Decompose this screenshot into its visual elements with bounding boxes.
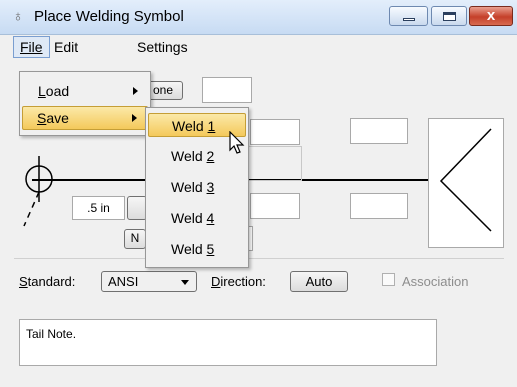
- menu-file[interactable]: File: [13, 36, 50, 58]
- maximize-button[interactable]: [431, 6, 467, 26]
- submenu-arrow-icon: [133, 87, 138, 95]
- top-right-field[interactable]: [202, 77, 252, 103]
- tail-note-text: Tail Note.: [26, 327, 77, 341]
- standard-label: Standard:: [19, 274, 76, 289]
- upper-right-field[interactable]: [350, 118, 408, 144]
- lower-field[interactable]: 2: [239, 193, 300, 219]
- place-welding-symbol-window: ♁ Place Welding Symbol x File Edit Setti…: [0, 0, 517, 387]
- save-submenu-item-label: Weld 3: [171, 179, 215, 195]
- menu-edit[interactable]: Edit: [48, 37, 84, 57]
- direction-button[interactable]: Auto: [290, 271, 348, 292]
- standard-select[interactable]: ANSI: [101, 271, 197, 292]
- file-menu-dropdown: Load Save: [19, 71, 151, 136]
- save-submenu-item-label: Weld 4: [171, 210, 215, 226]
- association-label: Association: [402, 274, 469, 289]
- app-icon: ♁: [12, 8, 24, 25]
- title-bar[interactable]: ♁ Place Welding Symbol x: [0, 0, 517, 35]
- menu-item-save-label: Save: [37, 110, 69, 126]
- maximize-icon: [443, 12, 456, 21]
- menu-item-load[interactable]: Load: [22, 79, 148, 103]
- save-submenu-item[interactable]: Weld 3: [148, 175, 246, 199]
- submenu-arrow-icon: [132, 114, 137, 122]
- direction-label: Direction:: [211, 274, 266, 289]
- upper-field[interactable]: [250, 119, 300, 145]
- minimize-button[interactable]: [389, 6, 428, 26]
- save-submenu-item-label: Weld 5: [171, 241, 215, 257]
- all-around-symbol[interactable]: [18, 148, 78, 238]
- save-submenu-item[interactable]: Weld 4: [148, 206, 246, 230]
- mouse-pointer-icon: [229, 131, 245, 154]
- menu-settings[interactable]: Settings: [131, 37, 194, 57]
- divider: [14, 258, 504, 259]
- partial-n-button-label: N: [130, 231, 140, 245]
- chevron-down-icon: [181, 280, 189, 285]
- menu-bar: File Edit Settings: [0, 35, 517, 59]
- standard-select-value: ANSI: [108, 274, 139, 289]
- size-field-value: .5 in: [87, 201, 110, 215]
- size-side-button[interactable]: [127, 196, 147, 220]
- minimize-icon: [403, 18, 415, 21]
- save-submenu-item-label: Weld 2: [171, 148, 215, 164]
- menu-settings-label: Settings: [137, 39, 188, 55]
- close-icon: x: [486, 7, 496, 24]
- direction-button-label: Auto: [305, 274, 333, 289]
- window-title: Place Welding Symbol: [34, 8, 184, 25]
- association-checkbox[interactable]: [382, 273, 395, 286]
- arrow-preview-box[interactable]: [428, 118, 504, 248]
- menu-item-save[interactable]: Save: [22, 106, 148, 130]
- save-submenu-item[interactable]: Weld 5: [148, 237, 246, 261]
- menu-item-load-label: Load: [38, 83, 70, 99]
- close-button[interactable]: x: [469, 6, 513, 26]
- partial-n-button[interactable]: N: [124, 229, 146, 249]
- save-submenu-item-label: Weld 1: [172, 118, 216, 134]
- menu-edit-label: Edit: [54, 39, 79, 55]
- arrow-head-graphic: [439, 128, 492, 232]
- partial-form-button-label: one: [152, 83, 174, 97]
- menu-file-label: File: [20, 39, 43, 55]
- size-field[interactable]: .5 in: [72, 196, 125, 220]
- tail-note-field[interactable]: Tail Note.: [19, 319, 437, 366]
- lower-right-field[interactable]: [350, 193, 408, 219]
